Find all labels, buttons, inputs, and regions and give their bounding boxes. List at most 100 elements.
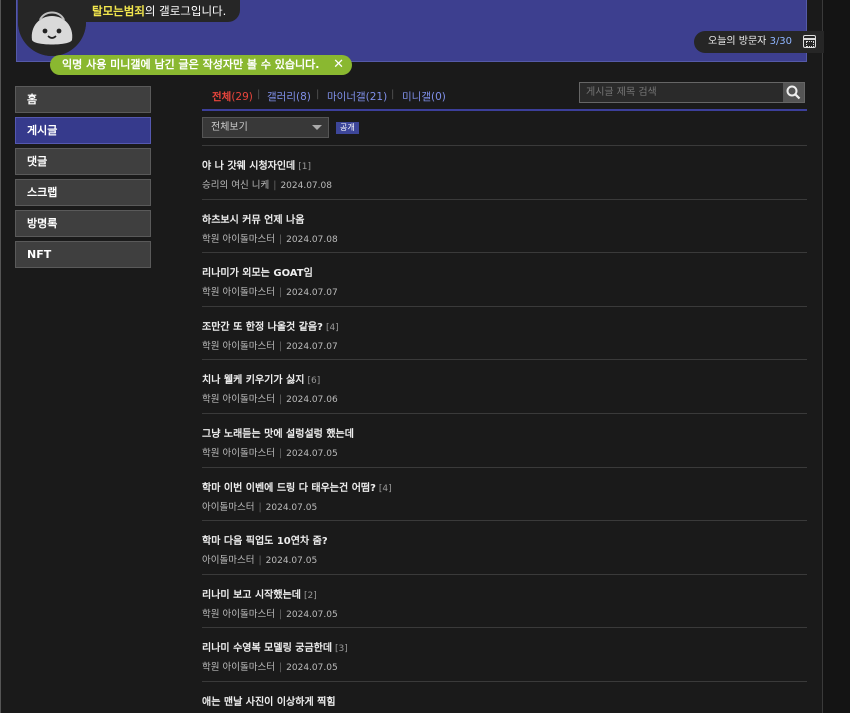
tab-minor-count: (21) [365, 91, 388, 103]
meta-divider: | [278, 608, 283, 620]
sidebar-item-comments[interactable]: 댓글 [15, 148, 151, 175]
search-button[interactable] [783, 83, 804, 102]
tab-all-count: (29) [231, 91, 253, 103]
notice-text: 익명 사용 미니갤에 남긴 글은 작성자만 볼 수 있습니다. [62, 58, 320, 71]
tab-gallery-count: (8) [295, 91, 311, 103]
post-row[interactable]: 조만간 또 한정 나올것 같음? [4] 학원 아이돌마스터 | 2024.07.07 [202, 307, 807, 361]
visitor-count: 3/30 [769, 36, 793, 47]
tab-gallery[interactable]: 갤러리(8) [267, 89, 311, 104]
gallery-name[interactable]: 학원 아이돌마스터 [202, 341, 275, 352]
search-input[interactable] [580, 83, 783, 102]
post-date: 2024.07.07 [286, 288, 338, 299]
chevron-down-icon [312, 125, 322, 130]
gallery-name[interactable]: 학원 아이돌마스터 [202, 394, 275, 405]
tab-divider: | [257, 89, 261, 100]
view-filter-value: 전체보기 [211, 122, 248, 133]
post-tabs: 전체(29) | 갤러리(8) | 마이너갤(21) | 미니갤(0) [202, 82, 807, 111]
gallery-name[interactable]: 학원 아이돌마스터 [202, 448, 275, 459]
post-row[interactable]: 리나미가 외모는 GOAT임학원 아이돌마스터 | 2024.07.07 [202, 253, 807, 307]
meta-divider: | [278, 394, 283, 406]
post-row[interactable]: 학마 이번 이벤에 드링 다 태우는건 어떰? [4] 아이돌마스터 | 2024.07… [202, 468, 807, 522]
scrollbar-gutter [822, 0, 850, 713]
meta-divider: | [278, 340, 283, 352]
post-title-link[interactable]: 리나미 수영복 모델링 궁금한데 [3] [202, 639, 348, 654]
title-suffix: 의 갤로그입니다. [144, 4, 227, 18]
gallery-name[interactable]: 학원 아이돌마스터 [202, 287, 275, 298]
gallery-name[interactable]: 학원 아이돌마스터 [202, 234, 275, 245]
gallery-name[interactable]: 아이돌마스터 [202, 502, 254, 513]
post-list: 야 나 갓웨 시청자인데 [1] 승리의 여신 니케 | 2024.07.08 하츠보시 … [202, 146, 807, 713]
post-date: 2024.07.05 [286, 448, 338, 459]
search-icon [786, 85, 801, 100]
post-title: 야 나 갓웨 시청자인데 [202, 161, 296, 172]
tab-divider: | [316, 89, 320, 100]
post-meta: 학원 아이돌마스터 | 2024.07.05 [202, 606, 338, 620]
comment-count: [2] [303, 590, 317, 601]
post-meta: 아이돌마스터 | 2024.07.05 [202, 552, 317, 566]
sidebar-item-home[interactable]: 홈 [15, 86, 151, 113]
gallery-name[interactable]: 승리의 여신 니케 [202, 180, 269, 191]
gallery-name[interactable]: 학원 아이돌마스터 [202, 662, 275, 673]
post-row[interactable]: 애는 맨날 사진이 이상하게 찍힘 [202, 682, 807, 713]
tab-mini-label: 미니갤 [402, 91, 431, 103]
search-box [579, 82, 805, 103]
meta-divider: | [273, 180, 277, 191]
gallery-name[interactable]: 아이돌마스터 [202, 555, 254, 566]
post-title-link[interactable]: 야 나 갓웨 시청자인데 [1] [202, 157, 311, 172]
mini-gallery-notice: 익명 사용 미니갤에 남긴 글은 작성자만 볼 수 있습니다. ✕ [50, 55, 352, 75]
tab-gallery-label: 갤러리 [267, 91, 296, 103]
post-title: 하츠보시 커뮤 언제 나옴 [202, 214, 305, 226]
comment-count: [4] [325, 322, 339, 333]
post-title-link[interactable]: 리나미가 외모는 GOAT임 [202, 264, 313, 279]
sidebar-item-guestbook[interactable]: 방명록 [15, 210, 151, 237]
comment-count: [3] [335, 644, 348, 655]
calendar-icon[interactable] [803, 35, 816, 48]
post-row[interactable]: 하츠보시 커뮤 언제 나옴학원 아이돌마스터 | 2024.07.08 [202, 200, 807, 254]
post-title-link[interactable]: 애는 맨날 사진이 이상하게 찍힘 [202, 693, 336, 708]
meta-divider: | [278, 447, 283, 459]
post-title-link[interactable]: 조만간 또 한정 나올것 같음? [4] [202, 318, 339, 333]
post-title-link[interactable]: 그냥 노래듣는 맛에 설렁설렁 했는데 [202, 425, 354, 440]
post-title: 리나미가 외모는 GOAT임 [202, 268, 313, 280]
sidebar-item-scrap[interactable]: 스크랩 [15, 179, 151, 206]
post-meta: 학원 아이돌마스터 | 2024.07.05 [202, 659, 338, 673]
close-icon[interactable]: ✕ [333, 55, 344, 75]
gallery-name[interactable]: 학원 아이돌마스터 [202, 609, 275, 620]
tab-all[interactable]: 전체(29) [212, 89, 253, 104]
post-row[interactable]: 리나미 수영복 모델링 궁금한데 [3] 학원 아이돌마스터 | 2024.07.05 [202, 628, 807, 682]
post-date: 2024.07.05 [286, 663, 338, 674]
today-visitor: 오늘의 방문자 3/30 [694, 31, 824, 53]
meta-divider: | [278, 287, 283, 299]
post-row[interactable]: 리나미 보고 시작했는데 [2] 학원 아이돌마스터 | 2024.07.05 [202, 575, 807, 629]
visitor-label: 오늘의 방문자 [708, 36, 767, 47]
comment-count: [4] [378, 483, 392, 494]
post-row[interactable]: 야 나 갓웨 시청자인데 [1] 승리의 여신 니케 | 2024.07.08 [202, 146, 807, 200]
tab-mini-gallery[interactable]: 미니갤(0) [402, 89, 446, 104]
post-title: 학마 다음 픽업도 10연차 줌? [202, 536, 328, 548]
sidebar-item-posts[interactable]: 게시글 [15, 117, 151, 144]
comment-count: [1] [298, 162, 311, 172]
post-date: 2024.07.06 [286, 395, 338, 406]
post-title: 그냥 노래듣는 맛에 설렁설렁 했는데 [202, 428, 354, 440]
tab-all-label: 전체 [212, 91, 232, 103]
post-title-link[interactable]: 학마 다음 픽업도 10연차 줌? [202, 532, 328, 547]
sidebar-item-nft[interactable]: NFT [15, 241, 151, 268]
gallog-title: 탈모는범죄의 갤로그입니다. [80, 0, 240, 22]
meta-divider: | [278, 233, 283, 245]
post-row[interactable]: 그냥 노래듣는 맛에 설렁설렁 했는데학원 아이돌마스터 | 2024.07.05 [202, 414, 807, 468]
post-title-link[interactable]: 학마 이번 이벤에 드링 다 태우는건 어떰? [4] [202, 479, 392, 494]
view-filter-select[interactable]: 전체보기 [202, 117, 329, 138]
post-row[interactable]: 학마 다음 픽업도 10연차 줌? 아이돌마스터 | 2024.07.05 [202, 521, 807, 575]
post-title: 치나 웰케 키우기가 싫지 [202, 375, 305, 387]
owner-nickname[interactable]: 탈모는범죄 [92, 4, 145, 18]
post-title-link[interactable]: 리나미 보고 시작했는데 [2] [202, 586, 317, 601]
post-title: 리나미 수영복 모델링 궁금한데 [202, 643, 333, 655]
post-row[interactable]: 치나 웰케 키우기가 싫지 [6] 학원 아이돌마스터 | 2024.07.06 [202, 360, 807, 414]
post-meta: 학원 아이돌마스터 | 2024.07.08 [202, 231, 338, 245]
post-date: 2024.07.08 [286, 234, 338, 245]
post-title-link[interactable]: 하츠보시 커뮤 언제 나옴 [202, 211, 304, 226]
post-title-link[interactable]: 치나 웰케 키우기가 싫지 [6] [202, 371, 320, 386]
post-title: 애는 맨날 사진이 이상하게 찍힘 [202, 696, 336, 708]
post-date: 2024.07.07 [286, 341, 338, 352]
tab-minor-gallery[interactable]: 마이너갤(21) [327, 89, 387, 104]
